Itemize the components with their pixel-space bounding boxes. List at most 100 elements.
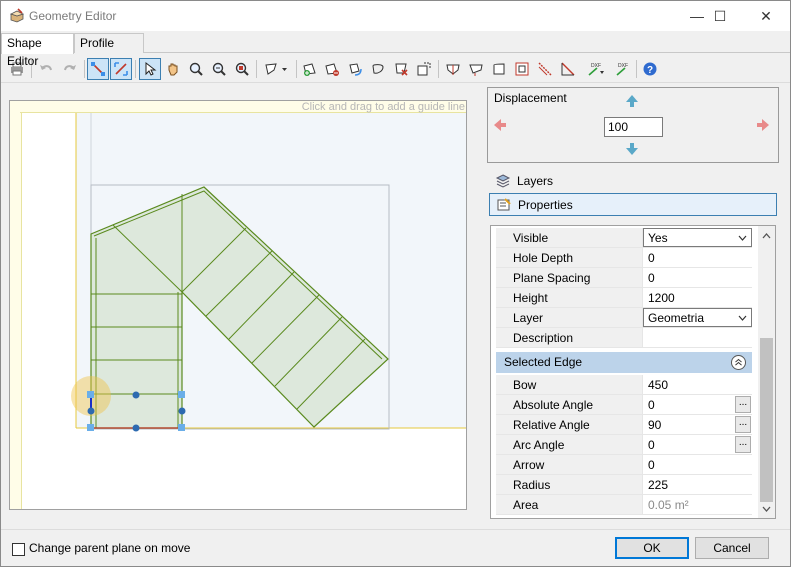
redo-button[interactable]	[59, 58, 81, 80]
delete-shape-button[interactable]	[390, 58, 412, 80]
zoom-out-icon	[212, 62, 226, 76]
hole-depth-value[interactable]: 0	[642, 248, 752, 268]
handle-right-mid	[178, 407, 186, 415]
drawing-canvas[interactable]: Click and drag to add a guide line	[9, 100, 467, 510]
relative-angle-ellipsis-button[interactable]: ...	[735, 416, 751, 433]
layers-icon	[495, 173, 511, 188]
shape-drawing[interactable]	[10, 101, 467, 510]
move-right-icon[interactable]	[756, 118, 770, 132]
change-parent-plane-checkbox[interactable]	[12, 543, 25, 556]
chevron-down-icon	[738, 315, 747, 321]
shape-dropdown-button[interactable]	[259, 58, 293, 80]
svg-text:?: ?	[647, 65, 653, 76]
cut-corner-icon	[538, 62, 552, 76]
chevron-down-icon	[738, 235, 747, 241]
import-dxf-icon: DXF	[588, 63, 604, 76]
property-row-relative-angle: Relative Angle 90...	[496, 415, 752, 435]
snap-points-icon	[91, 62, 105, 76]
help-icon: ?	[643, 62, 657, 76]
edge-tool-1-button[interactable]	[442, 58, 464, 80]
scroll-down-icon[interactable]	[762, 506, 771, 512]
select-tool-button[interactable]	[139, 58, 161, 80]
import-dxf-button[interactable]: DXF	[581, 58, 609, 80]
add-vertex-button[interactable]	[299, 58, 321, 80]
displacement-title: Displacement	[494, 91, 567, 105]
toolbar: DXF DXF ?	[1, 55, 790, 83]
area-value: 0.05 m²	[642, 495, 752, 515]
property-row-hole-depth: Hole Depth 0	[496, 248, 752, 268]
property-grid-scrollbar[interactable]	[758, 226, 775, 518]
magnifier-icon	[189, 62, 203, 76]
polygon-dropdown-icon	[265, 63, 287, 75]
help-button[interactable]: ?	[639, 58, 661, 80]
move-down-icon[interactable]	[625, 142, 639, 156]
handle-bottom-left	[87, 424, 94, 431]
selected-edge-section[interactable]: Selected Edge	[496, 352, 752, 373]
remove-vertex-button[interactable]	[321, 58, 343, 80]
hand-icon	[168, 63, 178, 76]
move-shape-icon	[417, 62, 431, 76]
absolute-angle-value[interactable]: 0...	[642, 395, 752, 415]
collapse-chevron-icon[interactable]	[731, 355, 746, 370]
geometry-editor-window: Geometry Editor — ☐ ✕ Shape Editor Profi…	[0, 0, 791, 567]
rotate-shape-button[interactable]	[344, 58, 366, 80]
export-dxf-button[interactable]: DXF	[611, 58, 633, 80]
move-shape-button[interactable]	[413, 58, 435, 80]
zoom-button[interactable]	[185, 58, 207, 80]
close-icon: ✕	[760, 7, 772, 24]
handle-left-mid	[87, 407, 95, 415]
cancel-button[interactable]: Cancel	[695, 537, 769, 559]
property-row-layer: Layer Geometria	[496, 308, 752, 328]
close-button[interactable]: ✕	[743, 1, 789, 31]
layer-combo[interactable]: Geometria	[642, 308, 752, 328]
remove-vertex-icon	[325, 63, 339, 76]
maximize-icon: ☐	[713, 7, 727, 24]
move-up-icon[interactable]	[625, 94, 639, 108]
height-value[interactable]: 1200	[642, 288, 752, 308]
delete-shape-icon	[395, 63, 408, 76]
change-parent-plane-label[interactable]: Change parent plane on move	[29, 541, 190, 555]
diagonal-tool-button[interactable]	[557, 58, 579, 80]
arrow-value[interactable]: 0	[642, 455, 752, 475]
edge-tool-2-button[interactable]	[465, 58, 487, 80]
plane-spacing-value[interactable]: 0	[642, 268, 752, 288]
zoom-fit-icon	[235, 62, 249, 76]
properties-icon	[497, 197, 511, 210]
cut-corner-button[interactable]	[534, 58, 556, 80]
zoom-out-button[interactable]	[208, 58, 230, 80]
layers-panel-header[interactable]: Layers	[489, 169, 777, 192]
description-value[interactable]	[642, 328, 752, 348]
scrollbar-thumb[interactable]	[760, 338, 773, 502]
edge-split-icon	[446, 64, 460, 75]
radius-value[interactable]: 225	[642, 475, 752, 495]
edge-chamfer-icon	[469, 64, 483, 76]
tab-profile-editor[interactable]: Profile Editor	[74, 33, 144, 68]
ok-button[interactable]: OK	[615, 537, 689, 559]
zoom-fit-button[interactable]	[231, 58, 253, 80]
snap-points-toggle[interactable]	[87, 58, 109, 80]
add-vertex-icon	[303, 63, 316, 76]
arc-angle-ellipsis-button[interactable]: ...	[735, 436, 751, 453]
offset-shape-button[interactable]	[511, 58, 533, 80]
absolute-angle-ellipsis-button[interactable]: ...	[735, 396, 751, 413]
title-bar: Geometry Editor — ☐ ✕	[1, 1, 790, 31]
edge-tool-3-button[interactable]	[488, 58, 510, 80]
move-left-icon[interactable]	[493, 118, 507, 132]
visible-combo[interactable]: Yes	[642, 228, 752, 248]
displacement-input[interactable]	[604, 117, 663, 137]
dialog-footer: Change parent plane on move OK Cancel	[1, 529, 790, 567]
snap-grid-toggle[interactable]	[110, 58, 132, 80]
property-row-bow: Bow 450	[496, 375, 752, 395]
properties-panel-header[interactable]: Properties	[489, 193, 777, 216]
scroll-up-icon[interactable]	[762, 233, 771, 239]
tab-shape-editor[interactable]: Shape Editor	[1, 33, 74, 68]
pan-tool-button[interactable]	[162, 58, 184, 80]
handle-top-mid	[132, 391, 140, 399]
mirror-icon	[372, 64, 384, 74]
bow-value[interactable]: 450	[642, 375, 752, 395]
undo-icon	[40, 65, 52, 71]
arc-angle-value[interactable]: 0...	[642, 435, 752, 455]
maximize-button[interactable]: ☐	[697, 1, 743, 31]
mirror-shape-button[interactable]	[367, 58, 389, 80]
relative-angle-value[interactable]: 90...	[642, 415, 752, 435]
